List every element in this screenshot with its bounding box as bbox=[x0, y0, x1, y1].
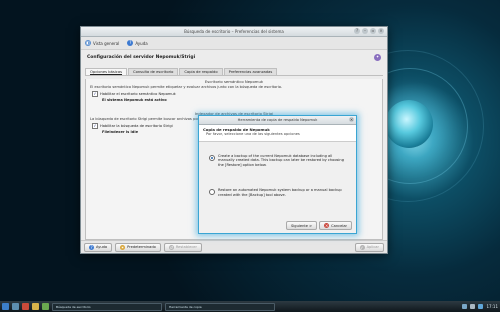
nepomuk-icon: ✦ bbox=[374, 53, 381, 61]
nepomuk-checkbox-label: Habilitar el escritorio semántico Nepomu… bbox=[100, 92, 176, 96]
cancel-button[interactable]: × Cancelar bbox=[319, 221, 352, 230]
reset-icon: ↺ bbox=[168, 244, 174, 250]
backup-tool-dialog: Herramienta de copia de respaldo Nepomuk… bbox=[198, 115, 357, 234]
volume-icon[interactable] bbox=[470, 304, 476, 309]
strigi-checkbox-label: Habilitar la búsqueda de escritorio Stri… bbox=[100, 124, 173, 128]
close-icon[interactable]: × bbox=[378, 28, 384, 34]
wallpaper-orb bbox=[385, 100, 433, 148]
overview-button[interactable]: ◧ Vista general bbox=[85, 40, 119, 46]
system-tray: 17:11 bbox=[462, 304, 498, 309]
radio-selected-icon bbox=[209, 155, 215, 161]
apply-button[interactable]: ✓ Aplicar bbox=[354, 242, 384, 252]
dialog-header: Copia de respaldo de Nepomuk Por favor, … bbox=[199, 125, 356, 142]
taskbar: Búsqueda de escritorio Herramienta de co… bbox=[0, 301, 500, 312]
backup-option[interactable]: Create a backup of the current Nepomuk d… bbox=[199, 154, 356, 167]
task-system-settings[interactable]: Búsqueda de escritorio bbox=[52, 302, 162, 311]
module-header: Configuración del servidor Nepomuk/Strig… bbox=[81, 50, 387, 64]
nepomuk-status: El sistema Nepomuk está activo bbox=[102, 98, 167, 102]
checkbox-checked-icon: ✓ bbox=[92, 91, 98, 97]
nepomuk-enable-checkbox[interactable]: ✓ Habilitar el escritorio semántico Nepo… bbox=[86, 90, 382, 98]
maximize-icon[interactable]: ▫ bbox=[370, 28, 376, 34]
clock[interactable]: 17:11 bbox=[486, 304, 498, 309]
window-toolbar: ◧ Vista general ? Ayuda bbox=[81, 37, 387, 50]
reset-button[interactable]: ↺ Restablecer bbox=[163, 242, 202, 252]
browser-icon[interactable] bbox=[22, 303, 29, 310]
checkbox-checked-icon: ✓ bbox=[92, 123, 98, 129]
help-circle-icon: ? bbox=[89, 244, 94, 250]
window-title: Búsqueda de escritorio – Preferencias de… bbox=[184, 29, 284, 34]
overview-icon: ◧ bbox=[85, 40, 91, 46]
cancel-label: Cancelar bbox=[331, 223, 347, 228]
apply-icon: ✓ bbox=[359, 244, 365, 250]
next-button[interactable]: Siguiente > bbox=[286, 221, 318, 230]
overview-label: Vista general bbox=[93, 40, 120, 46]
tab-basic-options[interactable]: Opciones básicas bbox=[85, 68, 128, 75]
page-title: Configuración del servidor Nepomuk/Strig… bbox=[87, 54, 196, 60]
tab-backup[interactable]: Copia de respaldo bbox=[179, 68, 223, 75]
task-backup-tool[interactable]: Herramienta de copia bbox=[165, 302, 275, 311]
network-icon[interactable] bbox=[462, 304, 468, 309]
cancel-icon: × bbox=[324, 223, 330, 228]
tab-advanced[interactable]: Preferencias avanzadas bbox=[223, 68, 278, 75]
default-icon: ✶ bbox=[120, 244, 126, 250]
desktop-icon[interactable] bbox=[12, 303, 19, 310]
tab-bar: Opciones básicas Consulta de escritorio … bbox=[85, 68, 383, 76]
reset-label: Restablecer bbox=[175, 245, 197, 249]
dialog-button-row: Siguiente > × Cancelar bbox=[286, 221, 352, 230]
default-label: Predeterminado bbox=[127, 245, 156, 249]
minimize-icon[interactable]: – bbox=[362, 28, 368, 34]
help-button[interactable]: ? Ayuda bbox=[127, 40, 148, 46]
dialog-titlebar[interactable]: Herramienta de copia de respaldo Nepomuk… bbox=[199, 116, 356, 125]
default-button[interactable]: ✶ Predeterminado bbox=[115, 242, 161, 252]
bottom-help-label: Ayuda bbox=[96, 245, 108, 249]
restore-option-text: Restore an automated Nepomuk system back… bbox=[218, 188, 342, 197]
backup-option-text: Create a backup of the current Nepomuk d… bbox=[218, 154, 344, 167]
dialog-title: Herramienta de copia de respaldo Nepomuk bbox=[237, 118, 318, 122]
bottom-help-button[interactable]: ? Ayuda bbox=[84, 242, 113, 252]
help-label: Ayuda bbox=[135, 40, 148, 46]
window-button-bar: ? Ayuda ✶ Predeterminado ↺ Restablecer ✓… bbox=[81, 240, 387, 253]
kde-menu-icon[interactable] bbox=[2, 303, 9, 310]
help-icon[interactable]: ? bbox=[354, 28, 360, 34]
folder-icon[interactable] bbox=[32, 303, 39, 310]
tab-desktop-query[interactable]: Consulta de escritorio bbox=[128, 68, 179, 75]
help-circle-icon: ? bbox=[127, 40, 134, 46]
pager-icon[interactable] bbox=[42, 303, 49, 310]
apply-label: Aplicar bbox=[366, 245, 379, 249]
dialog-subheading: Por favor, seleccione una de las siguien… bbox=[206, 132, 300, 136]
restore-option[interactable]: Restore an automated Nepomuk system back… bbox=[199, 188, 356, 197]
window-titlebar[interactable]: Búsqueda de escritorio – Preferencias de… bbox=[81, 27, 387, 37]
radio-unselected-icon bbox=[209, 189, 215, 196]
next-label: Siguiente > bbox=[291, 223, 313, 228]
close-icon[interactable]: × bbox=[349, 117, 354, 122]
notifications-icon[interactable] bbox=[478, 304, 484, 309]
